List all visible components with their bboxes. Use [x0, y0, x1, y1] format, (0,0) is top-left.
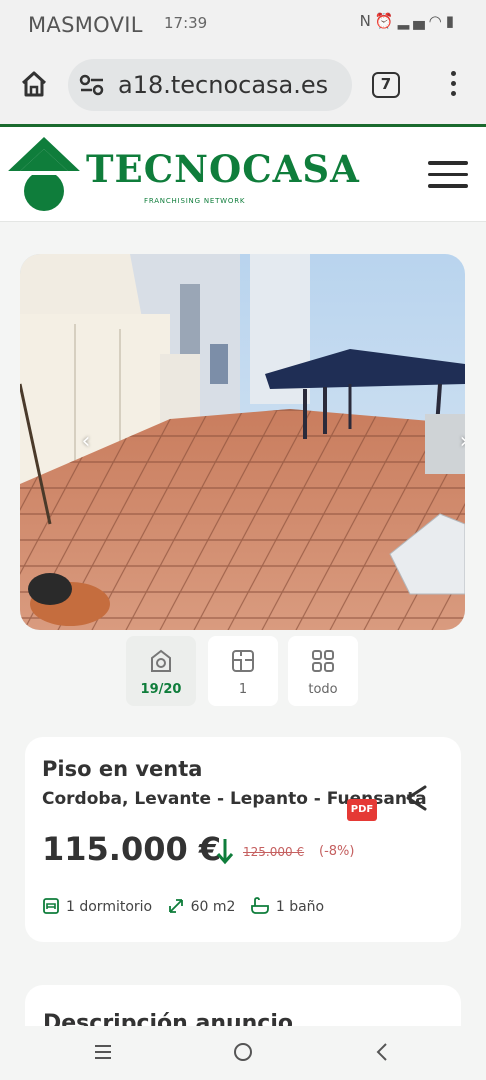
- hamburger-menu-icon[interactable]: [428, 161, 468, 191]
- area-icon: [168, 899, 183, 913]
- tab-floorplan-label: 1: [238, 682, 248, 697]
- brand-tagline: FRANCHISING NETWORK: [144, 197, 246, 205]
- back-icon[interactable]: [371, 1040, 395, 1064]
- feature-area: 60 m2: [167, 897, 236, 915]
- price-drop-arrow-icon: [216, 839, 234, 865]
- feature-list: 1 dormitorio 60 m2 1 baño: [42, 897, 334, 915]
- bath-icon: [250, 897, 269, 914]
- listing-title: Piso en venta: [42, 757, 203, 781]
- system-navigation-bar: [0, 1026, 486, 1080]
- tab-floorplan[interactable]: 1: [208, 636, 278, 706]
- home-nav-icon[interactable]: [231, 1040, 255, 1064]
- tab-all-label: todo: [308, 682, 338, 697]
- carrier-name: MASMOVIL: [28, 13, 143, 37]
- old-price: 125.000 €: [243, 845, 305, 859]
- url-text: a18.tecnocasa.es: [118, 71, 329, 99]
- feature-bathrooms: 1 baño: [250, 897, 324, 915]
- system-icons: N⏰▂▄◠▮: [360, 12, 458, 30]
- tab-switcher-button[interactable]: 7: [372, 72, 400, 98]
- feature-bedrooms-label: 1 dormitorio: [66, 899, 153, 915]
- prev-photo-arrow[interactable]: ‹: [74, 430, 98, 454]
- grid-icon: [312, 650, 334, 672]
- address-bar[interactable]: a18.tecnocasa.es: [68, 59, 352, 111]
- floorplan-icon: [232, 650, 254, 672]
- signal-icon: ▂▄: [397, 12, 429, 30]
- status-time: 17:39: [164, 14, 208, 32]
- tab-photos-label: 19/20: [140, 682, 182, 697]
- wifi-icon: ◠: [428, 12, 446, 30]
- brand-name[interactable]: TECNOCASA: [86, 147, 360, 191]
- camera-icon: [151, 649, 171, 672]
- listing-card: Piso en venta Cordoba, Levante - Lepanto…: [25, 737, 461, 942]
- next-photo-arrow[interactable]: ›: [452, 430, 465, 454]
- pdf-download-button[interactable]: PDF: [347, 799, 377, 821]
- more-options-icon[interactable]: [446, 68, 460, 102]
- status-bar: MASMOVIL 17:39 N⏰▂▄◠▮: [0, 0, 486, 46]
- listing-price: 115.000 €: [42, 830, 222, 868]
- home-icon[interactable]: [18, 68, 50, 100]
- bed-icon: [43, 898, 59, 914]
- site-header: TECNOCASA FRANCHISING NETWORK: [0, 127, 486, 222]
- battery-icon: ▮: [445, 12, 458, 30]
- nfc-icon: N: [359, 12, 375, 30]
- feature-bedrooms: 1 dormitorio: [42, 897, 152, 915]
- discount-percent: (-8%): [319, 844, 355, 859]
- property-photo[interactable]: ‹ ›: [20, 254, 465, 630]
- site-settings-icon[interactable]: [78, 73, 106, 97]
- recent-apps-icon[interactable]: [91, 1040, 115, 1064]
- share-icon[interactable]: [403, 784, 429, 812]
- feature-bathrooms-label: 1 baño: [275, 899, 325, 915]
- alarm-icon: ⏰: [374, 12, 398, 30]
- browser-toolbar: a18.tecnocasa.es 7: [0, 46, 486, 124]
- tecnocasa-logo-icon[interactable]: [4, 135, 84, 213]
- media-tabs: 19/20 1 todo: [126, 636, 360, 708]
- tab-photos[interactable]: 19/20: [126, 636, 196, 706]
- feature-area-label: 60 m2: [190, 899, 236, 915]
- tab-all[interactable]: todo: [288, 636, 358, 706]
